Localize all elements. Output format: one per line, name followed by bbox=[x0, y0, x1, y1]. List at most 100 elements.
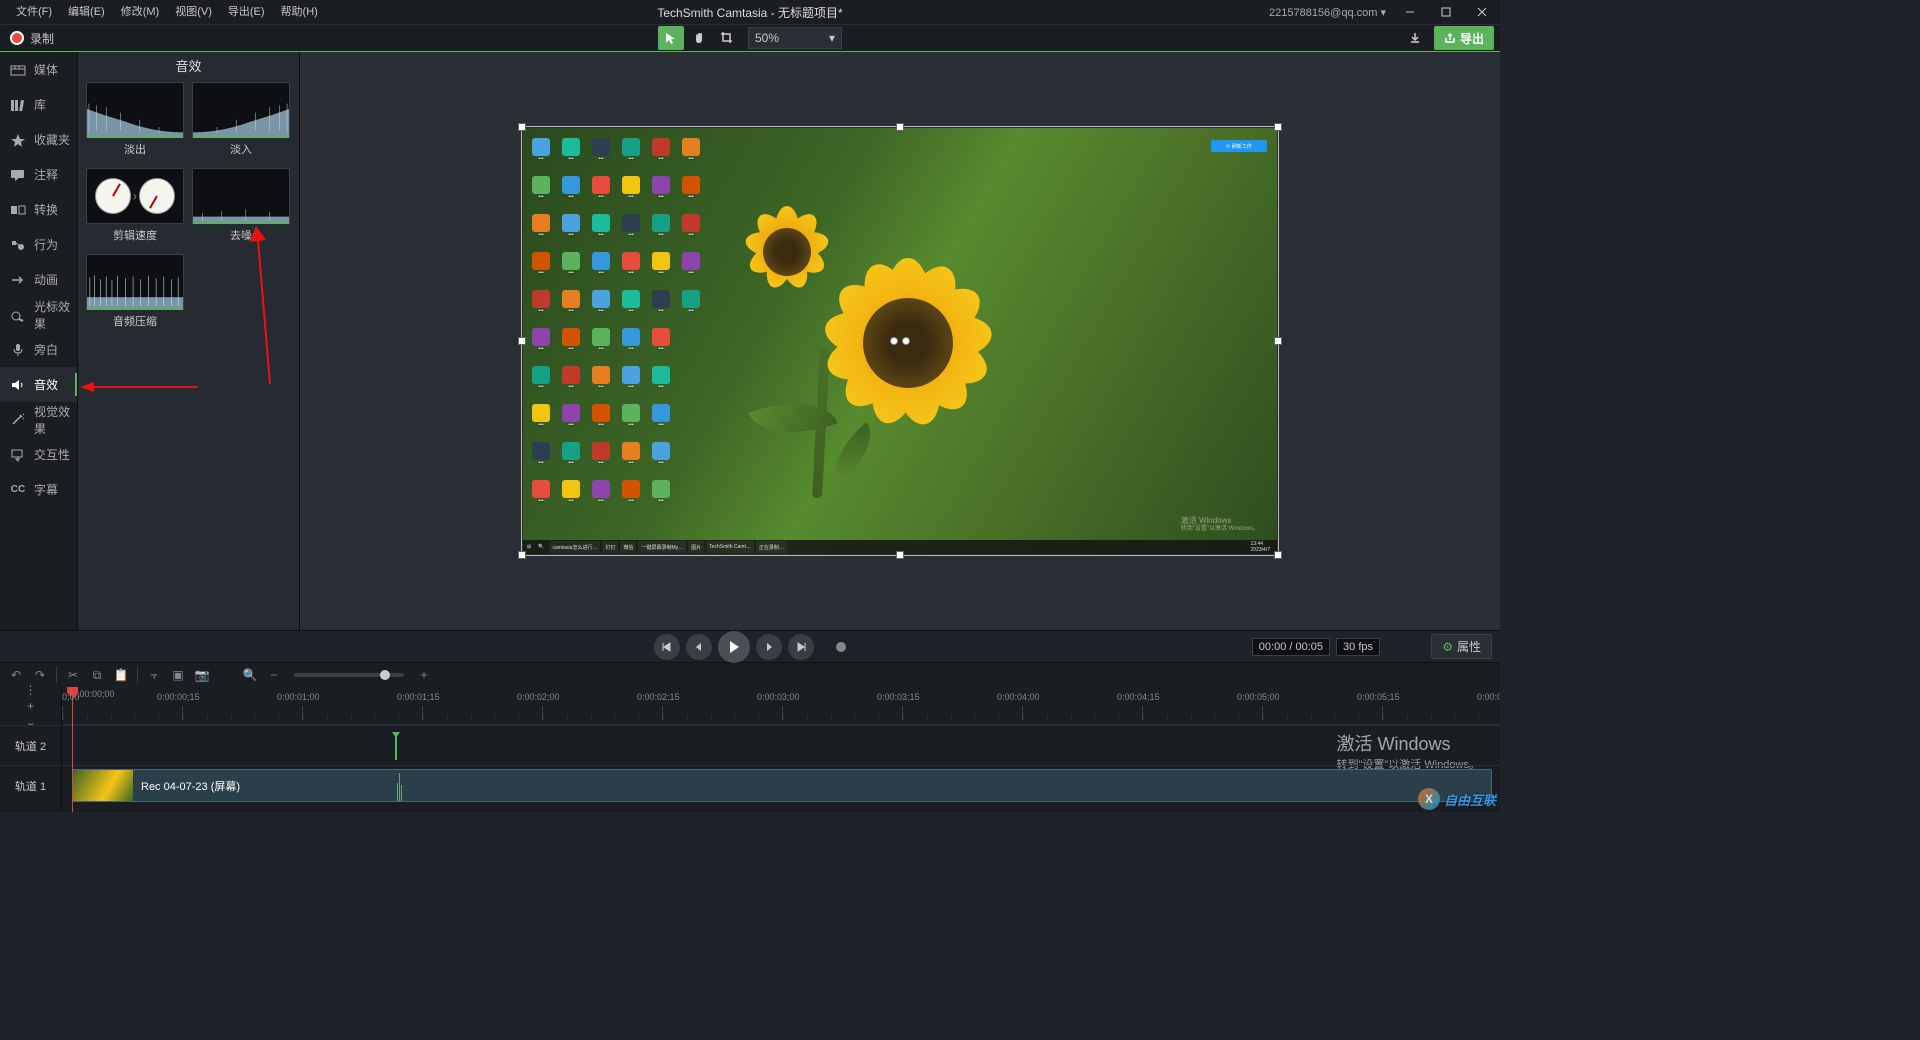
playhead[interactable] bbox=[72, 687, 73, 812]
split-button[interactable]: ⫟ bbox=[144, 665, 164, 685]
timeline-clip[interactable]: Rec 04-07-23 (屏幕) bbox=[72, 769, 1492, 802]
watermark-text: 自由互联 bbox=[1444, 790, 1496, 809]
interact-icon bbox=[10, 447, 26, 463]
zoom-knob[interactable] bbox=[380, 670, 390, 680]
resize-handle[interactable] bbox=[1274, 337, 1282, 345]
transition-icon bbox=[10, 202, 26, 218]
tab-label: 库 bbox=[34, 96, 46, 113]
tab-label: 旁白 bbox=[34, 341, 58, 358]
tab-captions[interactable]: CC字幕 bbox=[0, 472, 77, 507]
panel-title: 音效 bbox=[78, 52, 299, 82]
cursor-tool-button[interactable] bbox=[658, 26, 684, 50]
effect-clipspeed[interactable]: › 剪辑速度 bbox=[86, 168, 184, 246]
tab-label: 音效 bbox=[34, 376, 58, 393]
tab-animations[interactable]: 动画 bbox=[0, 262, 77, 297]
main-area: 媒体 库 收藏夹 注释 转换 行为 动画 光标效果 旁白 音效 视觉效果 交互性… bbox=[0, 52, 1500, 630]
tab-transitions[interactable]: 转换 bbox=[0, 192, 77, 227]
tab-narration[interactable]: 旁白 bbox=[0, 332, 77, 367]
tab-label: 行为 bbox=[34, 236, 58, 253]
crop-tool-button[interactable] bbox=[714, 26, 740, 50]
hand-tool-button[interactable] bbox=[686, 26, 712, 50]
window-close-button[interactable] bbox=[1464, 0, 1500, 24]
marker-dot[interactable] bbox=[836, 642, 846, 652]
tab-label: 转换 bbox=[34, 201, 58, 218]
media-icon bbox=[10, 62, 26, 78]
resize-handle[interactable] bbox=[518, 123, 526, 131]
record-icon bbox=[10, 31, 24, 45]
mic-icon bbox=[10, 342, 26, 358]
menu-view[interactable]: 视图(V) bbox=[167, 0, 220, 24]
window-maximize-button[interactable] bbox=[1428, 0, 1464, 24]
track-1[interactable]: Rec 04-07-23 (屏幕) bbox=[62, 765, 1500, 805]
clip-label: Rec 04-07-23 (屏幕) bbox=[133, 778, 240, 794]
zoom-selector[interactable]: 50% ▾ bbox=[748, 27, 842, 49]
tab-label: 交互性 bbox=[34, 446, 70, 463]
snapshot-button[interactable]: 📷 bbox=[192, 665, 212, 685]
track-2[interactable]: 激活 Windows 转到"设置"以激活 Windows。 bbox=[62, 725, 1500, 765]
menu-edit[interactable]: 编辑(E) bbox=[60, 0, 113, 24]
export-button[interactable]: 导出 bbox=[1434, 26, 1494, 50]
chevron-down-icon: ▾ bbox=[829, 31, 835, 45]
resize-handle[interactable] bbox=[896, 123, 904, 131]
track-label-1[interactable]: 轨道 1 bbox=[0, 765, 61, 805]
tab-cursor-effects[interactable]: 光标效果 bbox=[0, 297, 77, 332]
redo-button[interactable]: ↷ bbox=[30, 665, 50, 685]
properties-button[interactable]: ⚙ 属性 bbox=[1431, 634, 1492, 659]
effect-compression[interactable]: 音频压缩 bbox=[86, 254, 184, 332]
tab-library[interactable]: 库 bbox=[0, 87, 77, 122]
timeline-ruler[interactable]: 0:00:00;00 0:00:00;000:00:00;150:00:01;0… bbox=[62, 687, 1500, 725]
resize-handle[interactable] bbox=[896, 551, 904, 559]
undo-button[interactable]: ↶ bbox=[6, 665, 26, 685]
tab-behaviors[interactable]: 行为 bbox=[0, 227, 77, 262]
tab-audio-effects[interactable]: 音效 bbox=[0, 367, 77, 402]
add-track-button[interactable]: + bbox=[24, 699, 38, 713]
cut-button[interactable]: ✂ bbox=[63, 665, 83, 685]
menu-help[interactable]: 帮助(H) bbox=[273, 0, 326, 24]
resize-handle[interactable] bbox=[518, 551, 526, 559]
gear-icon: ⚙ bbox=[1442, 640, 1453, 654]
paste-button[interactable]: 📋 bbox=[111, 665, 131, 685]
camera-button[interactable]: ▣ bbox=[168, 665, 188, 685]
tab-label: 光标效果 bbox=[34, 298, 77, 332]
play-button[interactable] bbox=[718, 631, 750, 663]
tab-annotations[interactable]: 注释 bbox=[0, 157, 77, 192]
menu-file[interactable]: 文件(F) bbox=[8, 0, 60, 24]
tab-interactivity[interactable]: 交互性 bbox=[0, 437, 77, 472]
export-label: 导出 bbox=[1460, 30, 1484, 47]
playback-bar: 00:00 / 00:05 30 fps ⚙ 属性 bbox=[0, 630, 1500, 662]
zoom-in-button[interactable]: + bbox=[414, 665, 434, 685]
audio-waveform bbox=[391, 771, 407, 801]
tab-media[interactable]: 媒体 bbox=[0, 52, 77, 87]
menu-modify[interactable]: 修改(M) bbox=[113, 0, 168, 24]
tab-label: 注释 bbox=[34, 166, 58, 183]
zoom-fit-button[interactable]: 🔍 bbox=[240, 665, 260, 685]
cursor-effect-icon bbox=[10, 307, 26, 323]
track-area[interactable]: 0:00:00;00 0:00:00;000:00:00;150:00:01;0… bbox=[62, 687, 1500, 812]
zoom-slider[interactable] bbox=[294, 673, 404, 677]
resize-handle[interactable] bbox=[518, 337, 526, 345]
canvas-area[interactable]: /*placeholder*/ ••••••••••••••••••••••••… bbox=[300, 52, 1500, 630]
effect-fadeout[interactable]: 淡出 bbox=[86, 82, 184, 160]
next-frame-button[interactable] bbox=[788, 634, 814, 660]
library-icon bbox=[10, 97, 26, 113]
canvas-selection[interactable]: /*placeholder*/ ••••••••••••••••••••••••… bbox=[523, 128, 1277, 554]
speaker-icon bbox=[10, 377, 26, 393]
record-button[interactable]: 录制 bbox=[0, 25, 64, 51]
prev-frame-button[interactable] bbox=[654, 634, 680, 660]
track-label-2[interactable]: 轨道 2 bbox=[0, 725, 61, 765]
account-label[interactable]: 2215788156@qq.com ▾ bbox=[1263, 6, 1392, 19]
resize-handle[interactable] bbox=[1274, 123, 1282, 131]
resize-handle[interactable] bbox=[1274, 551, 1282, 559]
tab-favorites[interactable]: 收藏夹 bbox=[0, 122, 77, 157]
zoom-out-button[interactable]: − bbox=[264, 665, 284, 685]
step-back-button[interactable] bbox=[686, 634, 712, 660]
track-menu-button[interactable]: ⋮ bbox=[24, 683, 38, 697]
effect-fadein[interactable]: 淡入 bbox=[192, 82, 290, 160]
copy-button[interactable]: ⧉ bbox=[87, 665, 107, 685]
tab-visual-effects[interactable]: 视觉效果 bbox=[0, 402, 77, 437]
rotate-handle[interactable] bbox=[888, 336, 912, 346]
download-button[interactable] bbox=[1402, 26, 1428, 50]
window-minimize-button[interactable] bbox=[1392, 0, 1428, 24]
menu-export[interactable]: 导出(E) bbox=[220, 0, 273, 24]
step-forward-button[interactable] bbox=[756, 634, 782, 660]
